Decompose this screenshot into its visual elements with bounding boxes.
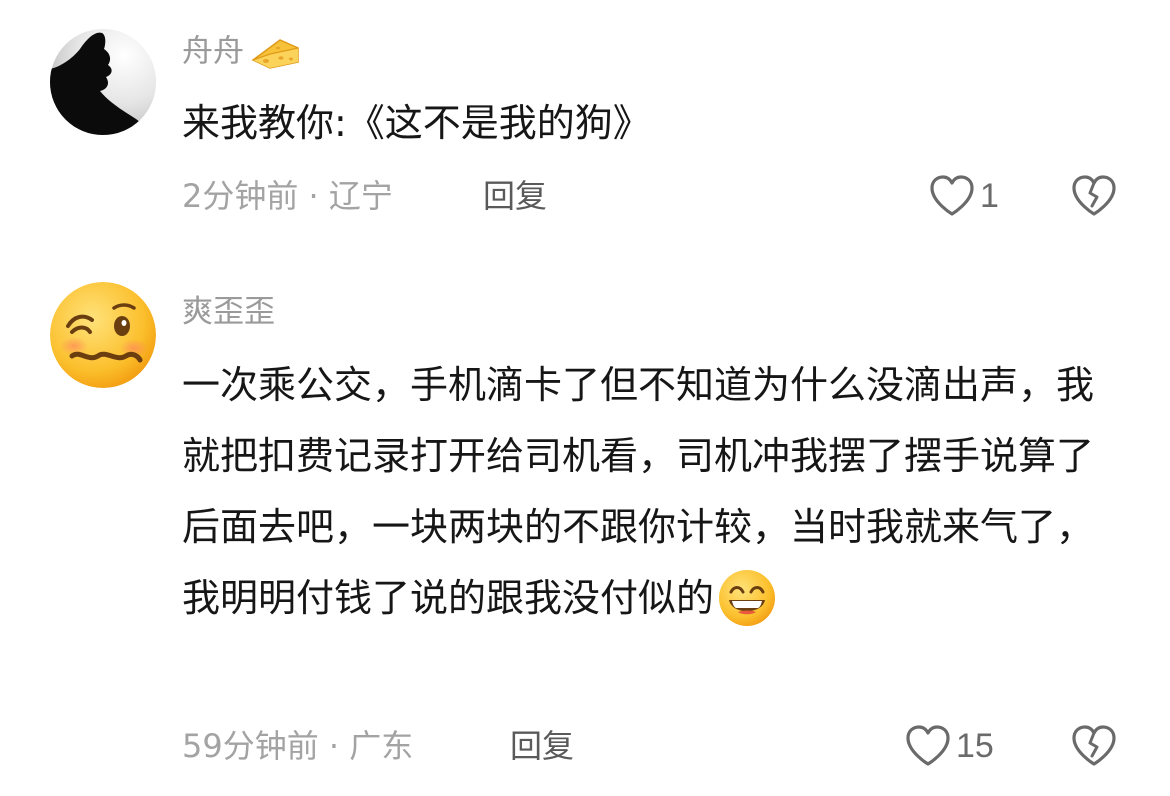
comment-text-body: 一次乘公交，手机滴卡了但不知道为什么没滴出声，我就把扣费记录打开给司机看，司机冲… — [182, 363, 1095, 620]
woozy-face-emoji-icon — [50, 282, 156, 388]
silhouette-avatar-icon — [50, 29, 156, 135]
comment-text: 一次乘公交，手机滴卡了但不知道为什么没滴出声，我就把扣费记录打开给司机看，司机冲… — [182, 350, 1122, 634]
comment-item: 舟舟 来我教你:《这不是我的狗》 2分钟前 · 辽宁 回复 1 — [0, 0, 1170, 240]
comment-meta: 2分钟前 · 辽宁 — [182, 177, 393, 215]
username-text: 舟舟 — [182, 33, 244, 70]
avatar[interactable] — [50, 282, 156, 388]
heart-icon — [930, 175, 974, 216]
cheese-icon — [250, 36, 302, 70]
comment-text: 来我教你:《这不是我的狗》 — [182, 88, 1122, 159]
like-count: 15 — [956, 727, 994, 765]
comment-item: 爽歪歪 一次乘公交，手机滴卡了但不知道为什么没滴出声，我就把扣费记录打开给司机看… — [0, 240, 1170, 796]
grinning-face-emoji-icon — [718, 569, 776, 627]
like-count: 1 — [980, 177, 999, 215]
reply-button[interactable]: 回复 — [510, 730, 574, 762]
broken-heart-icon — [1072, 175, 1116, 216]
dislike-button[interactable] — [1070, 724, 1118, 772]
reply-button[interactable]: 回复 — [483, 180, 547, 212]
broken-heart-icon — [1072, 725, 1116, 766]
like-button[interactable]: 1 — [928, 174, 999, 218]
username[interactable]: 爽歪歪 — [182, 297, 275, 328]
dislike-button[interactable] — [1070, 174, 1118, 222]
username[interactable]: 舟舟 — [182, 36, 302, 70]
heart-icon — [906, 725, 950, 766]
like-button[interactable]: 15 — [904, 724, 994, 768]
comment-text-body: 来我教你:《这不是我的狗》 — [182, 101, 651, 145]
avatar[interactable] — [50, 29, 156, 135]
comment-meta: 59分钟前 · 广东 — [182, 727, 414, 765]
